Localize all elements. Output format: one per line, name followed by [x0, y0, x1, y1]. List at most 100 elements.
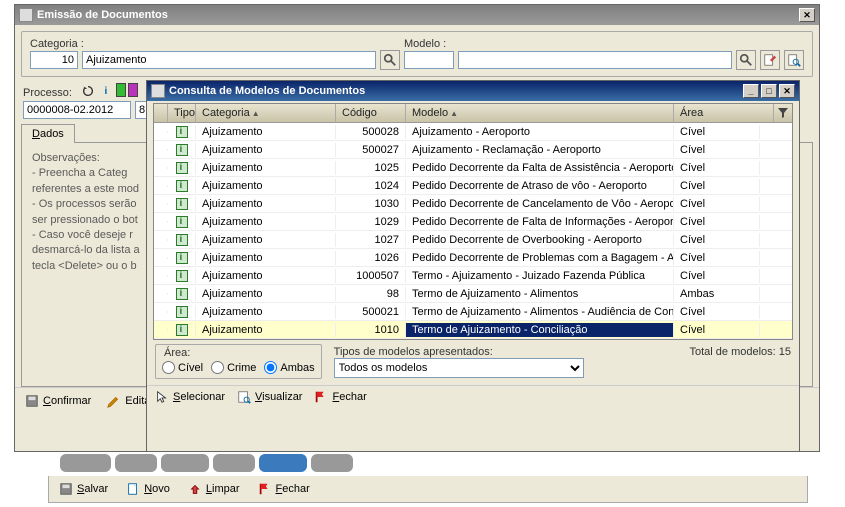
cell-area: Ambas	[674, 287, 760, 301]
top-filter-frame: Categoria : Modelo :	[21, 31, 813, 77]
tipos-combo[interactable]: Todos os modelos	[334, 358, 584, 378]
cell-codigo: 500027	[336, 143, 406, 157]
modelo-search-button[interactable]	[736, 50, 756, 70]
tipos-label: Tipos de modelos apresentados:	[334, 346, 678, 358]
main-title: Emissão de Documentos	[37, 9, 168, 21]
results-grid: Tipo Categoria▲ Código Modelo▲ Área Ajui…	[153, 103, 793, 340]
modal-titlebar[interactable]: Consulta de Modelos de Documentos _ □ ✕	[147, 81, 799, 101]
modal-options-row: Área: Cível Crime Ambas Tipos de modelos…	[147, 342, 799, 383]
salvar-button[interactable]: SalvarSalvar	[59, 482, 108, 496]
modelo-edit-button[interactable]	[760, 50, 780, 70]
radio-crime[interactable]: Crime	[211, 361, 256, 374]
table-row[interactable]: Ajuizamento500028Ajuizamento - Aeroporto…	[154, 123, 792, 141]
confirmar-button[interactable]: CConfirmaronfirmar	[25, 394, 91, 408]
categoria-search-button[interactable]	[380, 50, 400, 70]
cell-area: Cível	[674, 179, 760, 193]
categoria-label: Categoria :	[30, 38, 400, 50]
preview-icon	[237, 390, 251, 404]
bottom-fechar-button[interactable]: FecharFechar	[258, 482, 310, 496]
table-row[interactable]: Ajuizamento1027Pedido Decorrente de Over…	[154, 231, 792, 249]
cell-categoria: Ajuizamento	[196, 305, 336, 319]
cell-modelo: Termo de Ajuizamento - Alimentos - Audiê…	[406, 305, 674, 319]
doc-type-icon	[176, 252, 188, 264]
table-row[interactable]: Ajuizamento1000507Termo - Ajuizamento - …	[154, 267, 792, 285]
cell-categoria: Ajuizamento	[196, 287, 336, 301]
cell-area: Cível	[674, 305, 760, 319]
table-row[interactable]: Ajuizamento1024Pedido Decorrente de Atra…	[154, 177, 792, 195]
table-row[interactable]: Ajuizamento1025Pedido Decorrente da Falt…	[154, 159, 792, 177]
refresh-icon[interactable]	[80, 83, 96, 99]
info-icon[interactable]: i	[98, 83, 114, 99]
table-row[interactable]: Ajuizamento1030Pedido Decorrente de Canc…	[154, 195, 792, 213]
grid-selector-col[interactable]	[154, 104, 168, 122]
modal-maximize-button[interactable]: □	[761, 84, 777, 98]
cell-area: Cível	[674, 125, 760, 139]
doc-type-icon	[176, 162, 188, 174]
cell-area: Cível	[674, 323, 760, 337]
cell-modelo: Pedido Decorrente de Overbooking - Aerop…	[406, 233, 674, 247]
cell-modelo: Pedido Decorrente de Problemas com a Bag…	[406, 251, 674, 265]
visualizar-button[interactable]: VisualizarVisualizar	[237, 390, 303, 404]
col-tipo[interactable]: Tipo	[168, 104, 196, 122]
doc-type-icon	[176, 270, 188, 282]
table-row[interactable]: Ajuizamento1010Termo de Ajuizamento - Co…	[154, 321, 792, 339]
radio-ambas[interactable]: Ambas	[264, 361, 314, 374]
main-titlebar[interactable]: Emissão de Documentos ✕	[15, 5, 819, 25]
app-icon	[19, 8, 33, 22]
table-row[interactable]: Ajuizamento500021Termo de Ajuizamento - …	[154, 303, 792, 321]
editar-button[interactable]: Edita	[107, 394, 150, 408]
tab-dados[interactable]: DDadosados	[21, 124, 75, 143]
categoria-name-input[interactable]	[82, 51, 376, 69]
modelo-find-button[interactable]	[784, 50, 804, 70]
cell-codigo: 1024	[336, 179, 406, 193]
cell-codigo: 1030	[336, 197, 406, 211]
color-green-icon[interactable]	[116, 83, 126, 97]
doc-type-icon	[176, 306, 188, 318]
col-modelo[interactable]: Modelo▲	[406, 104, 674, 122]
color-magenta-icon[interactable]	[128, 83, 138, 97]
doc-type-icon	[176, 126, 188, 138]
modelo-name-input[interactable]	[458, 51, 732, 69]
modelo-code-input[interactable]	[404, 51, 454, 69]
categoria-code-input[interactable]	[30, 51, 78, 69]
main-close-button[interactable]: ✕	[799, 8, 815, 22]
col-area[interactable]: Área	[674, 104, 774, 122]
table-row[interactable]: Ajuizamento98Termo de Ajuizamento - Alim…	[154, 285, 792, 303]
cell-area: Cível	[674, 251, 760, 265]
radio-civel[interactable]: Cível	[162, 361, 203, 374]
modal-icon	[151, 84, 165, 98]
col-codigo[interactable]: Código	[336, 104, 406, 122]
modal-fechar-button[interactable]: FecharFechar	[314, 390, 366, 404]
save-icon	[59, 482, 73, 496]
modelo-label: Modelo :	[404, 38, 804, 50]
selecionar-button[interactable]: SelecionarSelecionar	[155, 390, 225, 404]
table-row[interactable]: Ajuizamento1029Pedido Decorrente de Falt…	[154, 213, 792, 231]
col-categoria[interactable]: Categoria▲	[196, 104, 336, 122]
cell-codigo: 1029	[336, 215, 406, 229]
grid-body[interactable]: Ajuizamento500028Ajuizamento - Aeroporto…	[154, 123, 792, 339]
doc-type-icon	[176, 234, 188, 246]
total-label: Total de modelos: 15	[689, 346, 791, 358]
search-icon	[739, 53, 753, 67]
cell-codigo: 500028	[336, 125, 406, 139]
modal-close-button[interactable]: ✕	[779, 84, 795, 98]
new-icon	[126, 482, 140, 496]
novo-button[interactable]: NovoNovo	[126, 482, 170, 496]
cell-modelo: Pedido Decorrente de Atraso de vôo - Aer…	[406, 179, 674, 193]
table-row[interactable]: Ajuizamento1026Pedido Decorrente de Prob…	[154, 249, 792, 267]
processo-number-input[interactable]	[23, 101, 131, 119]
table-row[interactable]: Ajuizamento500027Ajuizamento - Reclamaçã…	[154, 141, 792, 159]
cell-categoria: Ajuizamento	[196, 323, 336, 337]
cell-codigo: 1025	[336, 161, 406, 175]
cell-area: Cível	[674, 269, 760, 283]
doc-type-icon	[176, 216, 188, 228]
modal-minimize-button[interactable]: _	[743, 84, 759, 98]
modal-title: Consulta de Modelos de Documentos	[169, 85, 365, 97]
cell-area: Cível	[674, 197, 760, 211]
cell-codigo: 500021	[336, 305, 406, 319]
limpar-button[interactable]: LimparLimpar	[188, 482, 240, 496]
clear-icon	[188, 482, 202, 496]
grid-filter-button[interactable]	[774, 104, 792, 122]
edit-icon	[107, 394, 121, 408]
cell-codigo: 1026	[336, 251, 406, 265]
